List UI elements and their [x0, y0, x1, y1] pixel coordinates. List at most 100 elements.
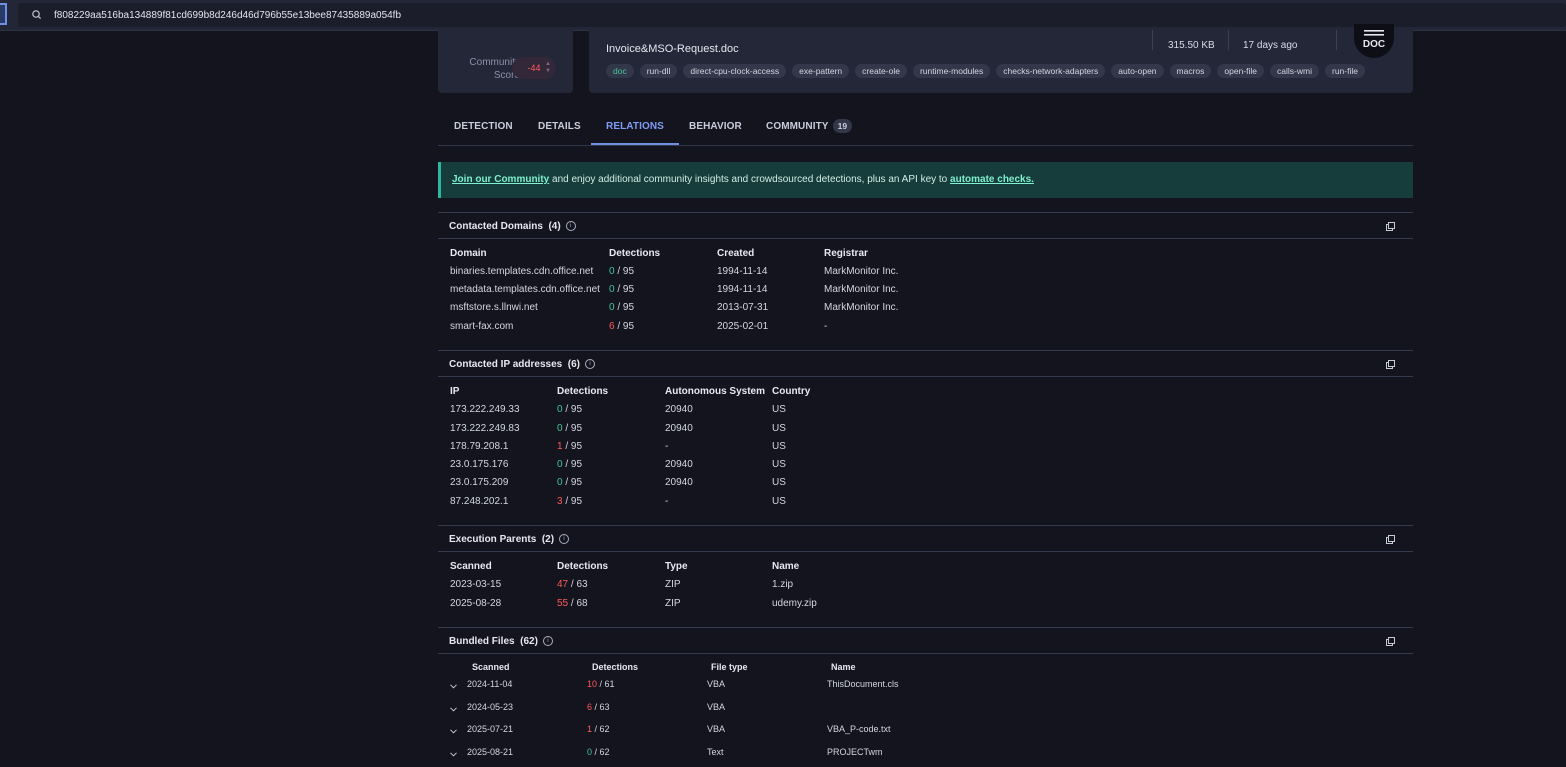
tag[interactable]: auto-open — [1111, 64, 1164, 78]
ip-link[interactable]: 87.248.202.1 — [450, 496, 508, 507]
copy-icon[interactable] — [1386, 637, 1395, 646]
file-name: Invoice&MSO-Request.doc — [606, 43, 739, 55]
tag[interactable]: run-file — [1324, 64, 1365, 78]
copy-icon[interactable] — [1386, 535, 1395, 544]
tag-list: doc run-dll direct-cpu-clock-access exe-… — [606, 64, 1365, 78]
vote-arrows-icon[interactable]: ▲ ▼ — [545, 61, 551, 75]
scanned-date: 2025-07-21 — [467, 724, 514, 734]
detection-count: 0 / 62 — [587, 747, 610, 757]
scanned-date: 2023-03-15 — [450, 579, 502, 590]
chevron-down-icon[interactable] — [450, 684, 457, 689]
column-header[interactable]: Detections — [557, 561, 608, 572]
tag[interactable]: direct-cpu-clock-access — [683, 64, 787, 78]
tag[interactable]: run-dll — [639, 64, 678, 78]
chevron-down-icon[interactable] — [450, 729, 457, 734]
tag[interactable]: open-file — [1217, 64, 1265, 78]
domain-link[interactable]: binaries.templates.cdn.office.net — [450, 266, 593, 277]
ip-link[interactable]: 173.222.249.33 — [450, 404, 520, 415]
contacted-ips-section: Contacted IP addresses (6) i IP Detection… — [438, 350, 1413, 520]
tag[interactable]: macros — [1169, 64, 1212, 78]
detection-count: 1 / 95 — [557, 441, 583, 452]
banner-middle-text: and enjoy additional community insights … — [549, 174, 951, 185]
file-type: ZIP — [665, 579, 681, 590]
tag[interactable]: exe-pattern — [792, 64, 850, 78]
scanned-date: 2024-05-23 — [467, 702, 514, 712]
column-header[interactable]: Name — [772, 561, 799, 572]
tag[interactable]: calls-wmi — [1270, 64, 1319, 78]
menu-toggle[interactable] — [0, 3, 7, 25]
tab-relations-label: RELATIONS — [606, 121, 664, 132]
country: US — [772, 459, 786, 470]
domain-link[interactable]: msftstore.s.llnwi.net — [450, 302, 538, 313]
file-name-link[interactable]: VBA_P-code.txt — [827, 724, 891, 734]
chevron-down-icon[interactable] — [450, 707, 457, 712]
automate-checks-link[interactable]: automate checks. — [950, 174, 1034, 185]
file-name-link[interactable]: ThisDocument.cls — [827, 679, 899, 689]
detection-count: 47 / 63 — [557, 579, 588, 590]
detection-count: 0 / 95 — [609, 266, 635, 277]
column-header[interactable]: Detections — [592, 662, 638, 672]
file-name-link[interactable]: udemy.zip — [772, 598, 817, 609]
search-input[interactable] — [54, 7, 1454, 23]
info-icon[interactable]: i — [565, 221, 576, 232]
info-icon[interactable]: i — [559, 534, 570, 545]
column-header[interactable]: Detections — [557, 386, 608, 397]
column-header[interactable]: File type — [711, 662, 748, 672]
tab-relations[interactable]: RELATIONS — [591, 110, 679, 145]
domain-link[interactable]: smart-fax.com — [450, 321, 513, 332]
column-header[interactable]: Scanned — [472, 662, 510, 672]
scanned-date: 2024-11-04 — [467, 679, 513, 689]
column-header[interactable]: Detections — [609, 248, 660, 259]
copy-icon[interactable] — [1386, 360, 1395, 369]
copy-icon[interactable] — [1386, 222, 1395, 231]
info-icon[interactable]: i — [585, 359, 595, 370]
tag[interactable]: create-ole — [855, 64, 907, 78]
score-ring — [472, 30, 538, 48]
column-header[interactable]: IP — [450, 386, 459, 397]
file-name-link[interactable]: PROJECTwm — [827, 747, 883, 757]
detection-count: 0 / 95 — [609, 302, 635, 313]
top-bar — [0, 0, 1566, 31]
file-type: ZIP — [665, 598, 681, 609]
detection-count: 0 / 95 — [557, 459, 583, 470]
doc-file-icon: DOC — [1354, 24, 1394, 58]
tab-details[interactable]: DETAILS — [538, 110, 581, 144]
asn: 20940 — [665, 459, 693, 470]
tag[interactable]: doc — [606, 64, 634, 78]
column-header[interactable]: Registrar — [824, 248, 868, 259]
registrar: MarkMonitor Inc. — [824, 266, 899, 277]
column-header[interactable]: Domain — [450, 248, 487, 259]
column-header[interactable]: Autonomous System — [665, 386, 765, 397]
chevron-down-icon[interactable] — [450, 752, 457, 757]
community-score-badge[interactable]: -44 ▲ ▼ — [512, 57, 556, 79]
ip-link[interactable]: 23.0.175.209 — [450, 477, 508, 488]
join-community-link[interactable]: Join our Community — [452, 174, 549, 185]
file-type: VBA — [707, 724, 726, 734]
info-icon[interactable]: i — [542, 636, 553, 647]
column-header[interactable]: Created — [717, 248, 754, 259]
registrar: MarkMonitor Inc. — [824, 302, 899, 313]
detection-count: 1 / 62 — [587, 724, 610, 734]
domain-link[interactable]: metadata.templates.cdn.office.net — [450, 284, 600, 295]
tag[interactable]: runtime-modules — [912, 64, 991, 78]
file-name-link[interactable]: 1.zip — [772, 579, 793, 590]
section-header: Contacted Domains (4) i — [438, 212, 1413, 239]
column-header[interactable]: Name — [831, 662, 856, 672]
section-title: Execution Parents (2) i — [449, 534, 570, 545]
detection-count: 3 / 95 — [557, 496, 583, 507]
tag[interactable]: checks-network-adapters — [996, 64, 1106, 78]
tab-community[interactable]: COMMUNITY 19 — [766, 110, 853, 144]
banner-text: Join our Community and enjoy additional … — [452, 174, 1034, 185]
column-header[interactable]: Country — [772, 386, 810, 397]
column-header[interactable]: Scanned — [450, 561, 492, 572]
search-bar[interactable] — [18, 3, 1566, 27]
registrar: - — [824, 321, 828, 332]
column-header[interactable]: Type — [665, 561, 688, 572]
ip-link[interactable]: 178.79.208.1 — [450, 441, 508, 452]
section-title: Bundled Files (62) i — [449, 636, 553, 647]
ip-link[interactable]: 173.222.249.83 — [450, 423, 520, 434]
tab-detection[interactable]: DETECTION — [454, 110, 513, 144]
ip-link[interactable]: 23.0.175.176 — [450, 459, 508, 470]
asn: 20940 — [665, 404, 693, 415]
tab-behavior[interactable]: BEHAVIOR — [689, 110, 742, 144]
